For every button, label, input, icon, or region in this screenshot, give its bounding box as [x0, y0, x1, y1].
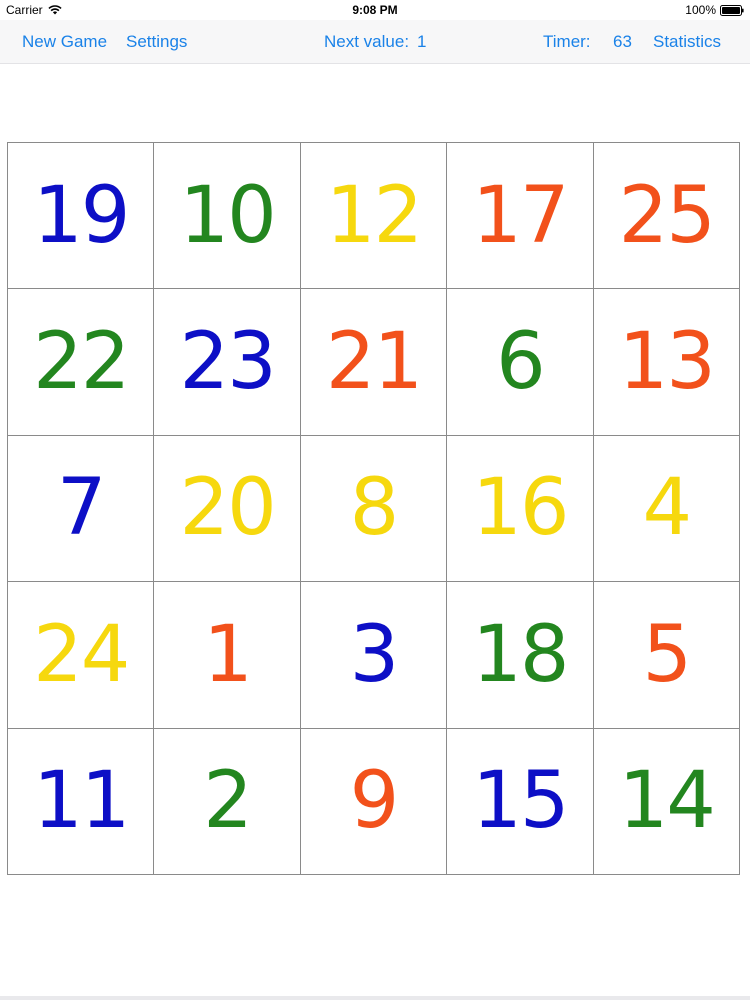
board-cell[interactable]: 7	[8, 435, 155, 583]
board-cell[interactable]: 11	[8, 728, 155, 875]
board-cell[interactable]: 15	[447, 728, 594, 875]
board-cell[interactable]: 25	[593, 143, 740, 290]
board-cell[interactable]: 9	[300, 728, 448, 875]
next-value-label: Next value:	[324, 32, 410, 51]
board-cell[interactable]: 17	[447, 143, 594, 290]
board-cell[interactable]: 5	[593, 582, 740, 729]
timer-label: Timer:	[543, 32, 591, 51]
game-board: 19 10 12 17 25 22 23 21 6 13 7 20 8 16 4 24 1 3 18 5 11 2 9 15 1…	[7, 142, 740, 875]
board-cell[interactable]: 8	[300, 435, 448, 583]
timer-value: 63	[613, 32, 632, 51]
board-cell[interactable]: 13	[593, 289, 740, 436]
battery-percent: 100%	[685, 3, 716, 17]
board-cell[interactable]: 14	[593, 728, 740, 875]
new-game-button[interactable]: New Game	[22, 32, 107, 52]
board-cell[interactable]: 24	[8, 582, 155, 729]
status-bar: Carrier 9:08 PM 100%	[0, 0, 750, 20]
board-cell[interactable]: 4	[593, 435, 740, 583]
next-value: 1	[417, 32, 427, 51]
board-cell[interactable]: 18	[447, 582, 594, 729]
board-cell[interactable]: 6	[447, 289, 594, 436]
bottom-edge	[0, 996, 750, 1000]
board-cell[interactable]: 3	[300, 582, 448, 729]
toolbar: New Game Settings Next value: 1 Timer: 6…	[0, 20, 750, 64]
board-cell[interactable]: 12	[300, 143, 448, 290]
board-cell[interactable]: 2	[154, 728, 301, 875]
settings-button[interactable]: Settings	[126, 32, 187, 52]
board-cell[interactable]: 16	[447, 435, 594, 583]
board-cell[interactable]: 22	[8, 289, 155, 436]
board-cell[interactable]: 19	[8, 143, 155, 290]
board-cell[interactable]: 10	[154, 143, 301, 290]
statistics-button[interactable]: Statistics	[653, 32, 721, 52]
board-cell[interactable]: 1	[154, 582, 301, 729]
battery-icon	[720, 4, 744, 16]
board-cell[interactable]: 21	[300, 289, 448, 436]
status-time: 9:08 PM	[352, 3, 398, 17]
board-cell[interactable]: 20	[154, 435, 301, 583]
board-cell[interactable]: 23	[154, 289, 301, 436]
status-right: 100%	[685, 3, 744, 17]
